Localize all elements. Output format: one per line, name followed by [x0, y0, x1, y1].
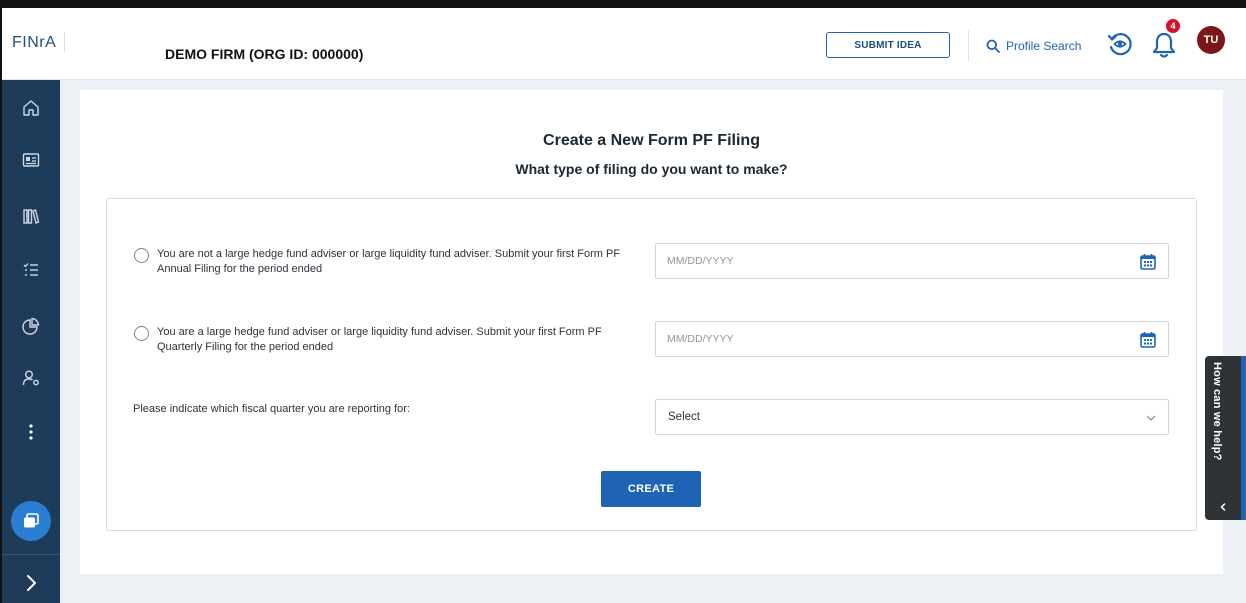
sidebar-item-home[interactable]: [2, 86, 60, 130]
pie-chart-icon: [22, 317, 40, 335]
sidebar-item-library[interactable]: [2, 194, 60, 238]
search-icon: [986, 39, 1000, 53]
home-icon: [23, 100, 39, 116]
annual-period-date-input[interactable]: MM/DD/YYYY: [655, 243, 1169, 279]
fiscal-quarter-label: Please indicate which fiscal quarter you…: [133, 403, 410, 415]
sidebar-item-users[interactable]: [2, 356, 60, 400]
create-button[interactable]: CREATE: [601, 471, 701, 507]
top-header: FINrA DEMO FIRM (ORG ID: 000000) SUBMIT …: [2, 8, 1246, 80]
bell-icon: [1152, 32, 1176, 58]
sidebar-expand-button[interactable]: [2, 563, 60, 603]
annual-filing-radio[interactable]: [134, 248, 149, 263]
header-divider: [968, 30, 969, 62]
profile-search-label: Profile Search: [1006, 39, 1082, 53]
calendar-icon[interactable]: [1140, 331, 1156, 348]
windows-icon: [24, 513, 39, 528]
notifications-button[interactable]: [1150, 30, 1178, 60]
chevron-right-icon: [27, 575, 36, 591]
window-edge-accent: [1241, 356, 1246, 520]
eye-history-icon: [1107, 33, 1132, 56]
filing-form: You are not a large hedge fund adviser o…: [106, 198, 1197, 531]
more-vertical-icon: [29, 424, 33, 440]
sidebar-divider: [2, 554, 60, 555]
logo-divider: [64, 32, 65, 52]
chevron-left-icon[interactable]: [1218, 502, 1228, 512]
fiscal-quarter-select[interactable]: Select: [655, 399, 1169, 435]
id-card-icon: [22, 153, 40, 167]
user-avatar[interactable]: TU: [1197, 26, 1225, 54]
sidebar-item-more[interactable]: [2, 410, 60, 454]
library-icon: [23, 209, 40, 224]
annual-filing-label: You are not a large hedge fund adviser o…: [157, 248, 621, 275]
sidebar-item-checklist[interactable]: [2, 248, 60, 292]
recent-views-button[interactable]: [1106, 30, 1134, 58]
finra-logo[interactable]: FINrA: [12, 34, 56, 52]
quarterly-period-date-input[interactable]: MM/DD/YYYY: [655, 321, 1169, 357]
user-settings-icon: [22, 370, 39, 386]
annual-date-placeholder: MM/DD/YYYY: [667, 255, 734, 267]
submit-idea-button[interactable]: SUBMIT IDEA: [826, 32, 950, 58]
window-switcher-button[interactable]: [11, 501, 51, 541]
page-title: Create a New Form PF Filing: [543, 132, 760, 149]
fiscal-quarter-value: Select: [668, 411, 700, 423]
left-sidebar: [2, 80, 60, 603]
help-tab-label[interactable]: How can we help?: [1211, 362, 1223, 488]
window-frame-top: [0, 0, 1246, 8]
calendar-icon[interactable]: [1140, 253, 1156, 270]
quarterly-date-placeholder: MM/DD/YYYY: [667, 333, 734, 345]
quarterly-filing-label: You are a large hedge fund adviser or la…: [157, 326, 602, 353]
profile-search-link[interactable]: Profile Search: [986, 36, 1081, 56]
quarterly-filing-radio[interactable]: [134, 326, 149, 341]
page-subtitle: What type of filing do you want to make?: [515, 161, 788, 177]
notification-badge: 4: [1165, 18, 1181, 34]
checklist-icon: [23, 263, 38, 276]
filing-card: Create a New Form PF Filing What type of…: [80, 90, 1223, 574]
firm-name: DEMO FIRM (ORG ID: 000000): [165, 46, 364, 62]
chevron-down-icon: [1146, 415, 1156, 421]
sidebar-item-analytics[interactable]: [2, 304, 60, 348]
sidebar-item-id-card[interactable]: [2, 138, 60, 182]
